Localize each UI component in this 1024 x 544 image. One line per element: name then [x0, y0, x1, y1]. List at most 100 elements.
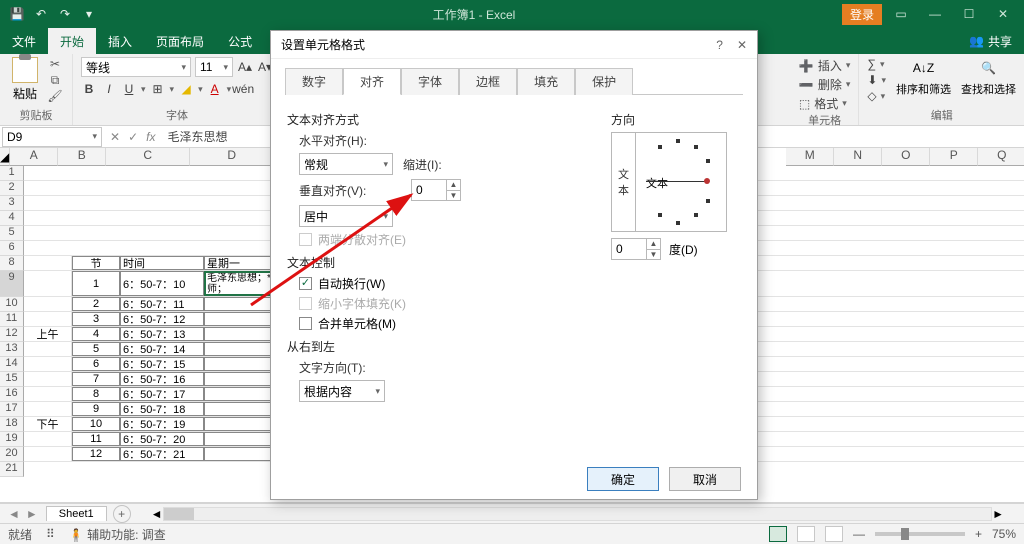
add-sheet-button[interactable]: +	[113, 505, 131, 523]
phonetic-icon[interactable]: wén	[235, 81, 251, 97]
indent-down-icon[interactable]: ▼	[446, 190, 460, 201]
name-box[interactable]: D9▾	[2, 127, 102, 147]
tab-insert[interactable]: 插入	[96, 28, 144, 54]
cell[interactable]: 6：50-7：15	[120, 357, 204, 371]
row-header[interactable]: 6	[0, 241, 24, 256]
cell[interactable]: 10	[72, 417, 120, 431]
sort-filter-button[interactable]: A↓Z 排序和筛选	[896, 57, 951, 103]
col-header[interactable]: M	[786, 148, 834, 166]
view-normal-button[interactable]	[769, 526, 787, 542]
cell[interactable]: 时间	[120, 256, 204, 270]
dialog-tab-align[interactable]: 对齐	[343, 68, 401, 95]
status-accessibility[interactable]: 🧍 辅助功能: 调查	[69, 526, 166, 543]
zoom-out-button[interactable]: —	[853, 527, 865, 541]
status-macro-icon[interactable]: ⠿	[46, 527, 55, 541]
col-header[interactable]: P	[930, 148, 978, 166]
orientation-vertical-button[interactable]: 文 本	[612, 133, 636, 231]
tab-home[interactable]: 开始	[48, 28, 96, 54]
tab-layout[interactable]: 页面布局	[144, 28, 216, 54]
row-header[interactable]: 2	[0, 181, 24, 196]
fill-button[interactable]: ⬇ ▾	[867, 73, 886, 87]
clear-button[interactable]: ◇ ▾	[867, 89, 886, 103]
underline-icon[interactable]: U	[121, 81, 137, 97]
row-header[interactable]: 9	[0, 271, 24, 297]
insert-cells-button[interactable]: ➕插入▾	[799, 57, 851, 74]
cell[interactable]: 3	[72, 312, 120, 326]
col-header[interactable]: Q	[978, 148, 1024, 166]
h-align-combo[interactable]: 常规▾	[299, 153, 393, 175]
ribbon-options-icon[interactable]: ▭	[886, 3, 916, 25]
fill-color-more-icon[interactable]: ▾	[198, 84, 203, 95]
save-icon[interactable]: 💾	[10, 7, 24, 21]
col-header[interactable]: B	[58, 148, 106, 166]
increase-font-icon[interactable]: A▴	[237, 59, 253, 75]
cell[interactable]: 1	[72, 271, 120, 296]
cancel-formula-icon[interactable]: ✕	[110, 130, 120, 144]
col-header[interactable]: D	[190, 148, 274, 166]
tab-file[interactable]: 文件	[0, 28, 48, 54]
tab-formula[interactable]: 公式	[216, 28, 264, 54]
copy-icon[interactable]: ⧉	[46, 73, 64, 87]
cell[interactable]: 6：50-7：20	[120, 432, 204, 446]
row-header[interactable]: 8	[0, 256, 24, 271]
dialog-tab-number[interactable]: 数字	[285, 68, 343, 95]
cell[interactable]: 6：50-7：14	[120, 342, 204, 356]
zoom-slider[interactable]	[875, 532, 965, 536]
delete-cells-button[interactable]: ➖删除▾	[799, 76, 851, 93]
dialog-tab-protect[interactable]: 保护	[575, 68, 633, 95]
cell[interactable]: 节	[72, 256, 120, 270]
row-header[interactable]: 19	[0, 432, 24, 447]
maximize-icon[interactable]: ☐	[954, 3, 984, 25]
zoom-level[interactable]: 75%	[992, 527, 1016, 541]
underline-more-icon[interactable]: ▾	[141, 84, 146, 95]
row-header[interactable]: 14	[0, 357, 24, 372]
autosum-button[interactable]: ∑ ▾	[867, 57, 886, 71]
indent-up-icon[interactable]: ▲	[446, 180, 460, 190]
row-header[interactable]: 10	[0, 297, 24, 312]
close-icon[interactable]: ✕	[988, 3, 1018, 25]
cell[interactable]: 9	[72, 402, 120, 416]
zoom-in-button[interactable]: +	[975, 527, 982, 541]
font-size-combo[interactable]: 11▾	[195, 57, 233, 77]
login-button[interactable]: 登录	[842, 4, 882, 25]
orientation-control[interactable]: 文 本 文本	[611, 132, 727, 232]
row-header[interactable]: 18	[0, 417, 24, 432]
horizontal-scrollbar[interactable]: ◄►	[151, 507, 1004, 521]
cell[interactable]: 6	[72, 357, 120, 371]
dialog-tab-font[interactable]: 字体	[401, 68, 459, 95]
cell[interactable]: 7	[72, 372, 120, 386]
cell[interactable]: 6：50-7：13	[120, 327, 204, 341]
row-header[interactable]: 21	[0, 462, 24, 477]
cell[interactable]: 12	[72, 447, 120, 461]
dialog-title-bar[interactable]: 设置单元格格式 ? ✕	[271, 31, 757, 59]
row-header[interactable]: 13	[0, 342, 24, 357]
degrees-spinner[interactable]: 0 ▲▼	[611, 238, 661, 260]
qat-more-icon[interactable]: ▾	[82, 7, 96, 21]
cell-am-label[interactable]: 上午	[24, 327, 72, 341]
row-header[interactable]: 4	[0, 211, 24, 226]
cell[interactable]: 4	[72, 327, 120, 341]
cell[interactable]: 11	[72, 432, 120, 446]
cell[interactable]: 6：50-7：10	[120, 271, 204, 296]
border-more-icon[interactable]: ▾	[170, 84, 175, 95]
row-header[interactable]: 15	[0, 372, 24, 387]
sheet-nav-last-icon[interactable]: ►	[26, 507, 38, 521]
row-header[interactable]: 5	[0, 226, 24, 241]
cancel-button[interactable]: 取消	[669, 467, 741, 491]
cell[interactable]: 6：50-7：21	[120, 447, 204, 461]
view-page-break-button[interactable]	[825, 526, 843, 542]
cell[interactable]: 8	[72, 387, 120, 401]
orientation-dial[interactable]: 文本	[636, 133, 726, 231]
cell[interactable]: 6：50-7：12	[120, 312, 204, 326]
fill-color-icon[interactable]: ◢	[178, 81, 194, 97]
col-header[interactable]: N	[834, 148, 882, 166]
select-all-corner[interactable]: ◢	[0, 148, 10, 166]
row-header[interactable]: 3	[0, 196, 24, 211]
deg-up-icon[interactable]: ▲	[646, 239, 660, 249]
cell-pm-label[interactable]: 下午	[24, 417, 72, 431]
cell[interactable]: 6：50-7：18	[120, 402, 204, 416]
deg-down-icon[interactable]: ▼	[646, 249, 660, 260]
dialog-help-icon[interactable]: ?	[716, 38, 723, 52]
sheet-tab[interactable]: Sheet1	[46, 506, 107, 521]
indent-spinner[interactable]: 0 ▲▼	[411, 179, 461, 201]
